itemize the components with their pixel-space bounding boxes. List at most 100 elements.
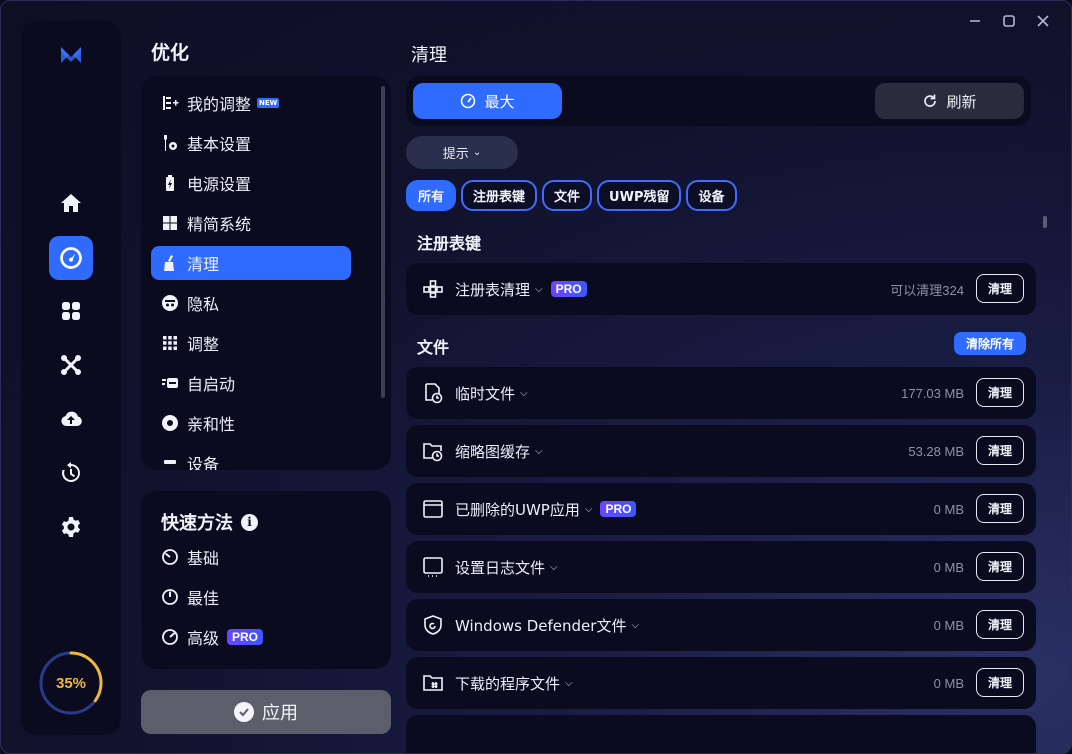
chevron-down-icon: ⌵ <box>631 619 640 631</box>
row-value: 0 MB <box>933 501 964 517</box>
speed-high-icon <box>162 629 178 645</box>
rail-home[interactable] <box>49 181 93 225</box>
registry-icon <box>422 278 444 300</box>
clean-button[interactable]: 清理 <box>976 378 1024 407</box>
clean-button[interactable]: 清理 <box>976 610 1024 639</box>
battery-icon <box>161 174 179 192</box>
pro-badge: PRO <box>600 501 637 517</box>
folder-clock-icon <box>422 440 444 462</box>
shield-icon <box>422 614 444 636</box>
clean-button[interactable]: 清理 <box>976 436 1024 465</box>
file-row-setup-log: 设置日志文件 ⌵ 0 MB 清理 <box>406 541 1036 593</box>
filter-all[interactable]: 所有 <box>406 180 457 211</box>
row-label[interactable]: 已删除的UWP应用 ⌵ PRO <box>455 483 637 535</box>
minimize-icon <box>970 20 980 22</box>
nav-item-debloat[interactable]: 精简系统 <box>151 206 351 240</box>
quick-methods-label: 快速方法 <box>161 513 233 534</box>
mode-bar: 最大 刷新 <box>406 76 1031 126</box>
file-row-partial <box>406 715 1036 753</box>
maximize-icon <box>1003 15 1015 27</box>
registry-group-label: 注册表键 <box>417 234 482 253</box>
nav-label: 基本设置 <box>187 135 252 154</box>
temp-file-icon <box>422 382 444 404</box>
apply-label: 应用 <box>262 703 298 724</box>
nav-item-devices[interactable]: 设备 <box>151 446 351 470</box>
chevron-down-icon: ⌵ <box>550 561 558 573</box>
row-label[interactable]: Windows Defender文件 ⌵ <box>455 599 639 651</box>
minimize-button[interactable] <box>965 11 985 31</box>
rail-history[interactable] <box>49 451 93 495</box>
nav-item-affinity[interactable]: 亲和性 <box>151 406 351 440</box>
row-value: 177.03 MB <box>901 385 964 401</box>
optimize-nav: 我的调整 NEW 基本设置 电源设置 精简系统 清理 隐私 调整 自启动 亲和性… <box>141 76 391 470</box>
nav-label: 电源设置 <box>187 175 252 194</box>
row-label[interactable]: 缩略图缓存 ⌵ <box>455 425 543 477</box>
close-button[interactable] <box>1033 11 1053 31</box>
nav-scrollbar[interactable] <box>381 86 385 398</box>
row-label[interactable]: 注册表清理 ⌵ PRO <box>455 263 587 315</box>
quick-label: 最佳 <box>187 589 220 608</box>
window-icon <box>422 498 444 520</box>
quick-basic[interactable]: 基础 <box>161 545 219 569</box>
grid-icon <box>161 334 179 352</box>
file-row-uwp: 已删除的UWP应用 ⌵ PRO 0 MB 清理 <box>406 483 1036 535</box>
file-row-defender: Windows Defender文件 ⌵ 0 MB 清理 <box>406 599 1036 651</box>
chevron-down-icon: ⌵ <box>520 387 528 399</box>
quick-best[interactable]: 最佳 <box>161 585 219 609</box>
hint-dropdown[interactable]: 提示 ⌄ <box>406 136 518 169</box>
info-icon[interactable]: i <box>241 513 258 531</box>
row-value: 0 MB <box>933 675 964 691</box>
file-row-temp: 临时文件 ⌵ 177.03 MB 清理 <box>406 367 1036 419</box>
clean-button[interactable]: 清理 <box>976 552 1024 581</box>
filter-uwp[interactable]: UWP残留 <box>597 180 682 211</box>
refresh-button[interactable]: 刷新 <box>875 83 1024 119</box>
cloud-upload-icon <box>61 411 82 427</box>
clean-button[interactable]: 清理 <box>976 494 1024 523</box>
nav-item-power-settings[interactable]: 电源设置 <box>151 166 351 200</box>
apply-button[interactable]: 应用 <box>141 690 391 734</box>
filter-tabs: 所有 注册表键 文件 UWP残留 设备 <box>406 180 737 211</box>
chevron-down-icon: ⌵ <box>535 283 543 295</box>
nav-item-startup[interactable]: 自启动 <box>151 366 351 400</box>
mode-max-button[interactable]: 最大 <box>413 83 562 119</box>
clean-button[interactable]: 清理 <box>976 668 1024 697</box>
rail-tools[interactable] <box>49 343 93 387</box>
filter-files[interactable]: 文件 <box>542 180 593 211</box>
clean-button[interactable]: 清理 <box>976 274 1024 303</box>
speed-low-icon <box>162 549 178 565</box>
nav-item-clean[interactable]: 清理 <box>151 246 351 280</box>
nav-label: 清理 <box>187 255 220 274</box>
quick-advanced[interactable]: 高级 PRO <box>161 625 264 649</box>
rail-dashboard[interactable] <box>49 236 93 280</box>
speed-mid-icon <box>162 589 178 605</box>
row-value: 0 MB <box>933 617 964 633</box>
row-label[interactable]: 下载的程序文件 ⌵ <box>455 657 573 709</box>
icon-rail: 35% <box>21 21 121 735</box>
nav-item-privacy[interactable]: 隐私 <box>151 286 351 320</box>
filter-devices[interactable]: 设备 <box>686 180 737 211</box>
row-label[interactable]: 临时文件 ⌵ <box>455 367 528 419</box>
nav-label: 精简系统 <box>187 215 252 234</box>
rail-settings[interactable] <box>49 505 93 549</box>
rail-cloud[interactable] <box>49 397 93 441</box>
nav-item-tweaks[interactable]: 调整 <box>151 326 351 360</box>
nav-item-my-tweaks[interactable]: 我的调整 NEW <box>151 86 351 120</box>
list-plus-icon <box>161 94 179 112</box>
filter-registry[interactable]: 注册表键 <box>461 180 538 211</box>
nav-label: 调整 <box>187 335 220 354</box>
clear-all-button[interactable]: 清除所有 <box>954 332 1026 355</box>
nav-item-basic-settings[interactable]: 基本设置 <box>151 126 351 160</box>
maximize-button[interactable] <box>999 11 1019 31</box>
windows-icon <box>161 214 179 232</box>
quick-label: 高级 <box>187 629 220 648</box>
chevron-down-icon: ⌵ <box>565 677 573 689</box>
rail-apps[interactable] <box>49 289 93 333</box>
row-label[interactable]: 设置日志文件 ⌵ <box>455 541 558 593</box>
row-title: 缩略图缓存 <box>455 442 531 461</box>
new-badge: NEW <box>257 98 280 108</box>
row-value: 0 MB <box>933 559 964 575</box>
main-scrollbar[interactable] <box>1043 216 1047 228</box>
check-icon <box>234 702 254 722</box>
row-title: 临时文件 <box>455 384 516 403</box>
registry-row: 注册表清理 ⌵ PRO 可以清理324 清理 <box>406 263 1036 315</box>
